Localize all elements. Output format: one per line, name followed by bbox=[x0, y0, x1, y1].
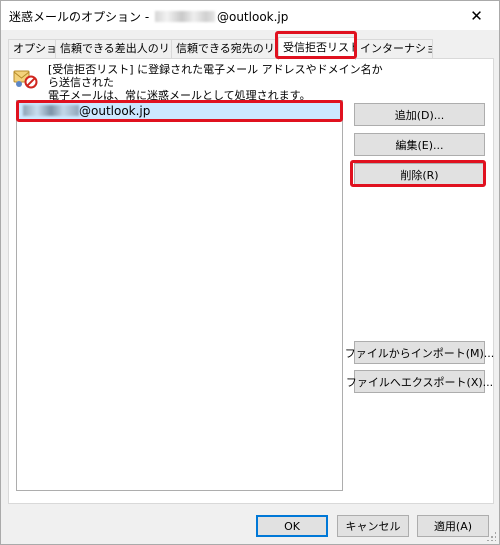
apply-button[interactable]: 適用(A) bbox=[417, 515, 489, 537]
window-title: 迷惑メールのオプション - @outlook.jp bbox=[9, 8, 288, 25]
edit-button[interactable]: 編集(E)... bbox=[354, 133, 485, 156]
close-button[interactable]: ✕ bbox=[454, 1, 499, 30]
window-title-suffix: @outlook.jp bbox=[216, 10, 289, 24]
redacted-account-name bbox=[154, 11, 215, 22]
title-bar[interactable]: 迷惑メールのオプション - @outlook.jp ✕ bbox=[1, 1, 499, 30]
tab-options[interactable]: オプション bbox=[8, 39, 56, 58]
tab-safe-senders[interactable]: 信頼できる差出人のリスト bbox=[55, 39, 172, 58]
blocked-senders-list[interactable]: @outlook.jp bbox=[16, 100, 343, 491]
description-line-1: [受信拒否リスト] に登録された電子メール アドレスやドメイン名から送信された bbox=[48, 63, 383, 89]
tab-safe-recipients[interactable]: 信頼できる宛先のリスト bbox=[171, 39, 277, 58]
delete-button[interactable]: 削除(R) bbox=[354, 163, 485, 186]
tab-international[interactable]: インターナショナル bbox=[355, 39, 433, 58]
blocked-senders-icon bbox=[13, 70, 38, 89]
add-button[interactable]: 追加(D)... bbox=[354, 103, 485, 126]
list-item-email-suffix: @outlook.jp bbox=[79, 104, 151, 118]
cancel-button[interactable]: キャンセル bbox=[337, 515, 409, 537]
import-from-file-button[interactable]: ファイルからインポート(M)... bbox=[345, 341, 494, 364]
description-text: [受信拒否リスト] に登録された電子メール アドレスやドメイン名から送信された … bbox=[48, 63, 388, 102]
dialog-window: 迷惑メールのオプション - @outlook.jp ✕ オプション 信頼できる差… bbox=[0, 0, 500, 545]
list-item[interactable]: @outlook.jp bbox=[19, 103, 340, 120]
tab-blocked-senders[interactable]: 受信拒否リスト bbox=[278, 37, 356, 60]
ok-button[interactable]: OK bbox=[256, 515, 328, 537]
window-title-prefix: 迷惑メールのオプション - bbox=[9, 10, 150, 24]
redacted-email-local-part bbox=[23, 105, 79, 116]
close-icon: ✕ bbox=[470, 6, 483, 25]
tab-strip: オプション 信頼できる差出人のリスト 信頼できる宛先のリスト 受信拒否リスト イ… bbox=[8, 37, 494, 60]
export-to-file-button[interactable]: ファイルへエクスポート(X)... bbox=[346, 370, 493, 393]
